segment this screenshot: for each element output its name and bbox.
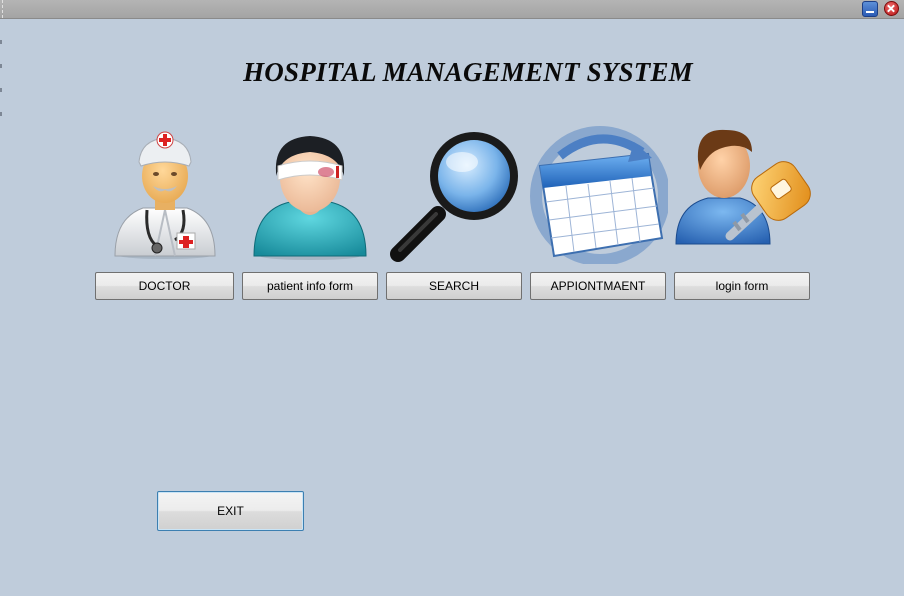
calendar-icon xyxy=(530,126,668,264)
window-titlebar xyxy=(0,0,904,19)
magnifier-icon xyxy=(390,132,518,262)
page-title: HOSPITAL MANAGEMENT SYSTEM xyxy=(243,57,693,87)
exit-button[interactable]: EXIT xyxy=(157,491,304,531)
login-form-button[interactable]: login form xyxy=(674,272,810,300)
doctor-icon xyxy=(114,131,216,259)
minimize-icon[interactable] xyxy=(862,1,878,17)
patient-info-form-button[interactable]: patient info form xyxy=(242,272,378,300)
appointment-button[interactable]: APPIONTMAENT xyxy=(530,272,666,300)
left-edge-marks xyxy=(0,40,2,140)
doctor-button[interactable]: DOCTOR xyxy=(95,272,234,300)
patient-icon xyxy=(253,136,367,260)
close-icon[interactable] xyxy=(884,1,899,16)
titlebar-edge xyxy=(2,0,4,18)
user-key-icon xyxy=(675,129,811,245)
search-button[interactable]: SEARCH xyxy=(386,272,522,300)
